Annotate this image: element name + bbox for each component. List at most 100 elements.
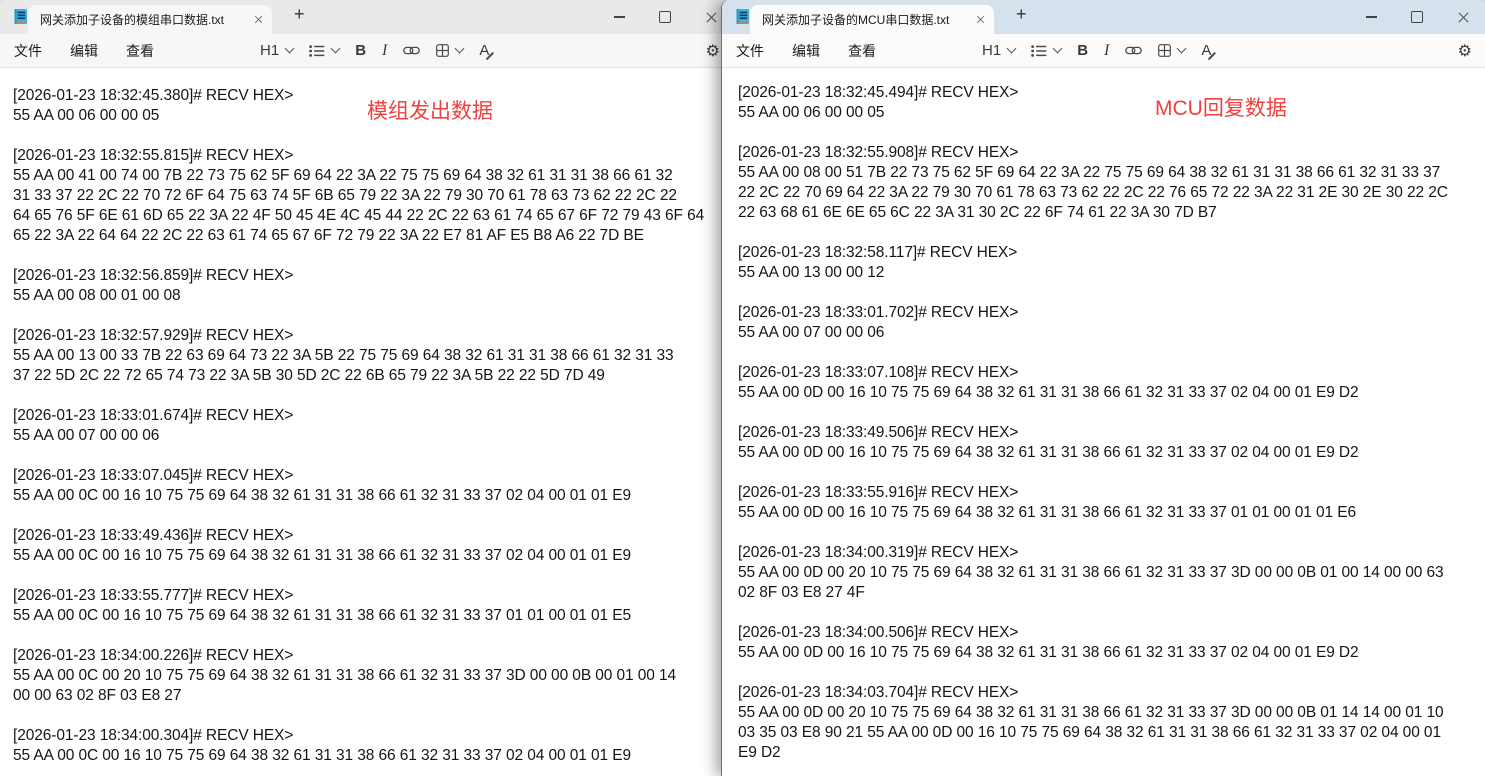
maximize-icon	[659, 11, 671, 23]
bold-button[interactable]: B	[1069, 37, 1096, 65]
log-timestamp-line: [2026-01-23 18:33:49.436]# RECV HEX>	[13, 526, 734, 546]
table-button[interactable]	[1150, 37, 1193, 65]
close-button[interactable]	[1440, 0, 1485, 34]
log-timestamp-line: [2026-01-23 18:32:45.494]# RECV HEX>	[738, 83, 1485, 103]
bold-label: B	[355, 42, 366, 59]
list-button[interactable]	[1023, 37, 1069, 65]
bold-label: B	[1077, 42, 1088, 59]
toolbar: 文件 编辑 查看 H1 B I A ⚙	[0, 34, 734, 68]
heading-style-button[interactable]: H1	[974, 37, 1023, 65]
table-icon	[1158, 44, 1171, 57]
log-timestamp-line: [2026-01-23 18:34:00.506]# RECV HEX>	[738, 623, 1485, 643]
menu-edit[interactable]: 编辑	[70, 41, 98, 61]
menu-file[interactable]: 文件	[736, 41, 764, 61]
heading-style-button[interactable]: H1	[252, 37, 301, 65]
log-timestamp-line: [2026-01-23 18:32:58.117]# RECV HEX>	[738, 243, 1485, 263]
log-timestamp-line: [2026-01-23 18:32:55.815]# RECV HEX>	[13, 146, 734, 166]
log-timestamp-line: [2026-01-23 18:33:07.108]# RECV HEX>	[738, 363, 1485, 383]
log-hex-line: 55 AA 00 0D 00 16 10 75 75 69 64 38 32 6…	[738, 643, 1485, 663]
blank-line	[738, 403, 1485, 423]
tab-title: 网关添加子设备的模组串口数据.txt	[40, 11, 253, 28]
blank-line	[13, 566, 734, 586]
menu-view[interactable]: 查看	[848, 41, 876, 61]
caption-buttons	[1348, 0, 1485, 34]
log-hex-line: 55 AA 00 0D 00 20 10 75 75 69 64 38 32 6…	[738, 703, 1485, 723]
log-timestamp-line: [2026-01-23 18:32:55.908]# RECV HEX>	[738, 143, 1485, 163]
blank-line	[738, 223, 1485, 243]
menu-edit[interactable]: 编辑	[792, 41, 820, 61]
link-button[interactable]	[1117, 37, 1150, 65]
clear-format-icon: A	[1201, 42, 1211, 59]
log-hex-line: 22 2C 22 70 69 64 22 3A 22 79 30 70 61 7…	[738, 183, 1485, 203]
clear-format-icon: A	[479, 42, 489, 59]
log-hex-line: E9 D2	[738, 743, 1485, 760]
log-timestamp-line: [2026-01-23 18:34:00.319]# RECV HEX>	[738, 543, 1485, 563]
log-hex-line: 37 22 5D 2C 22 72 65 74 73 22 3A 5B 30 5…	[13, 366, 734, 386]
log-timestamp-line: [2026-01-23 18:33:49.506]# RECV HEX>	[738, 423, 1485, 443]
settings-gear-icon[interactable]: ⚙	[706, 43, 720, 59]
log-hex-line: 55 AA 00 0C 00 16 10 75 75 69 64 38 32 6…	[13, 546, 734, 566]
link-icon	[403, 45, 420, 56]
text-editor-area[interactable]: [2026-01-23 18:32:45.380]# RECV HEX>55 A…	[0, 68, 734, 760]
new-tab-button[interactable]: +	[1008, 0, 1035, 34]
log-hex-line: 55 AA 00 0C 00 20 10 75 75 69 64 38 32 6…	[13, 666, 734, 686]
log-hex-line: 55 AA 00 0D 00 20 10 75 75 69 64 38 32 6…	[738, 563, 1485, 583]
chevron-down-icon	[455, 44, 465, 54]
caption-buttons	[596, 0, 734, 34]
italic-button[interactable]: I	[1096, 37, 1117, 65]
notepad-window-mcu: 网关添加子设备的MCU串口数据.txt + 文件 编辑 查看 H1 B I	[721, 0, 1485, 776]
italic-button[interactable]: I	[374, 37, 395, 65]
blank-line	[13, 306, 734, 326]
settings-gear-icon[interactable]: ⚙	[1458, 43, 1472, 59]
log-hex-line: 03 35 03 E8 90 21 55 AA 00 0D 00 16 10 7…	[738, 723, 1485, 743]
maximize-button[interactable]	[642, 0, 688, 34]
bold-button[interactable]: B	[347, 37, 374, 65]
minimize-button[interactable]	[1348, 0, 1394, 34]
log-hex-line: 55 AA 00 06 00 00 05	[738, 103, 1485, 123]
log-hex-line: 31 33 37 22 2C 22 70 72 6F 64 75 63 74 5…	[13, 186, 734, 206]
notepad-app-icon	[735, 8, 751, 26]
tab-title: 网关添加子设备的MCU串口数据.txt	[762, 11, 975, 28]
notepad-app-icon	[13, 8, 29, 26]
file-tab[interactable]: 网关添加子设备的MCU串口数据.txt	[750, 5, 994, 34]
text-editor-area[interactable]: [2026-01-23 18:32:45.494]# RECV HEX>55 A…	[722, 68, 1485, 760]
log-timestamp-line: [2026-01-23 18:33:55.916]# RECV HEX>	[738, 483, 1485, 503]
minimize-button[interactable]	[596, 0, 642, 34]
list-button[interactable]	[301, 37, 347, 65]
annotation-mcu-data: MCU回复数据	[1155, 92, 1287, 122]
bulleted-list-icon	[1031, 45, 1047, 57]
menu-file[interactable]: 文件	[14, 41, 42, 61]
log-hex-line: 55 AA 00 13 00 00 12	[738, 263, 1485, 283]
blank-line	[738, 463, 1485, 483]
log-hex-line: 02 8F 03 E8 27 4F	[738, 583, 1485, 603]
log-hex-line: 64 65 76 5F 6E 61 6D 65 22 3A 22 4F 50 4…	[13, 206, 734, 226]
desktop: 网关添加子设备的模组串口数据.txt + 文件 编辑 查看 H1 B I	[0, 0, 1485, 776]
blank-line	[13, 706, 734, 726]
clear-format-button[interactable]: A	[1193, 37, 1219, 65]
log-hex-line: 55 AA 00 0D 00 16 10 75 75 69 64 38 32 6…	[738, 383, 1485, 403]
table-button[interactable]	[428, 37, 471, 65]
annotation-module-data: 模组发出数据	[367, 95, 493, 125]
menu-view[interactable]: 查看	[126, 41, 154, 61]
maximize-button[interactable]	[1394, 0, 1440, 34]
new-tab-button[interactable]: +	[286, 0, 313, 34]
clear-format-button[interactable]: A	[471, 37, 497, 65]
blank-line	[738, 663, 1485, 683]
blank-line	[13, 246, 734, 266]
toolbar: 文件 编辑 查看 H1 B I A ⚙	[722, 34, 1485, 68]
log-timestamp-line: [2026-01-23 18:33:01.702]# RECV HEX>	[738, 303, 1485, 323]
file-tab[interactable]: 网关添加子设备的模组串口数据.txt	[28, 5, 272, 34]
blank-line	[738, 343, 1485, 363]
chevron-down-icon	[1177, 44, 1187, 54]
tab-close-icon[interactable]	[977, 16, 985, 24]
log-hex-line: 55 AA 00 0D 00 16 10 75 75 69 64 38 32 6…	[738, 503, 1485, 523]
format-group: H1 B I A	[252, 37, 497, 65]
log-hex-line: 22 63 68 61 6E 6E 65 6C 22 3A 31 30 2C 2…	[738, 203, 1485, 223]
log-timestamp-line: [2026-01-23 18:34:00.226]# RECV HEX>	[13, 646, 734, 666]
tab-close-icon[interactable]	[255, 16, 263, 24]
log-timestamp-line: [2026-01-23 18:32:57.929]# RECV HEX>	[13, 326, 734, 346]
link-button[interactable]	[395, 37, 428, 65]
italic-label: I	[382, 42, 387, 60]
chevron-down-icon	[1007, 44, 1017, 54]
log-hex-line: 55 AA 00 41 00 74 00 7B 22 73 75 62 5F 6…	[13, 166, 734, 186]
